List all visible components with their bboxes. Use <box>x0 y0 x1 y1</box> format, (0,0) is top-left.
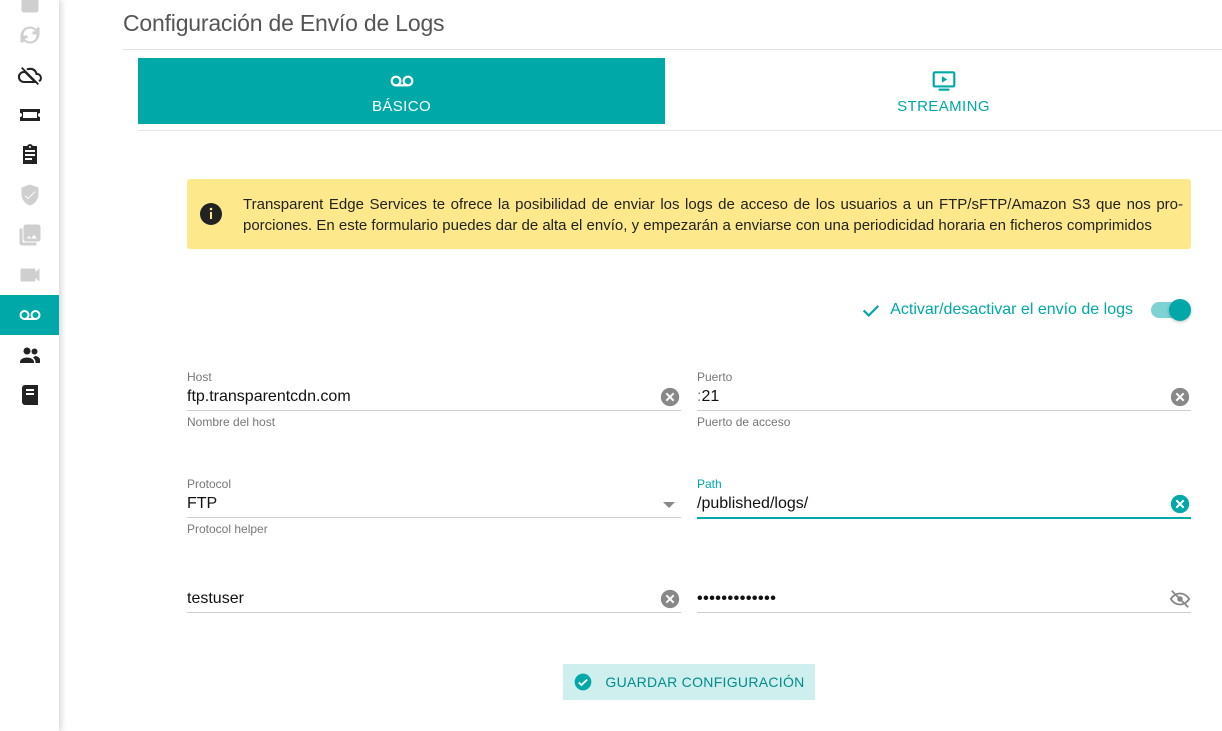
password-value: ••••••••••••• <box>697 590 777 607</box>
host-value: ftp.transparentcdn.com <box>187 388 351 405</box>
clear-icon[interactable] <box>1169 493 1191 515</box>
host-hint: Nombre del host <box>187 415 276 429</box>
host-field: Host ftp.transparentcdn.com Nombre del h… <box>187 370 681 429</box>
save-configuration-button[interactable]: GUARDAR CONFIGURACIÓN <box>563 664 815 700</box>
page-title: Configuración de Envío de Logs <box>123 10 445 36</box>
port-label: Puerto <box>697 370 733 384</box>
protocol-field: Protocol FTP Protocol helper <box>187 477 681 536</box>
protocol-value: FTP <box>187 495 218 512</box>
sidebar <box>0 0 59 731</box>
voicemail-icon <box>19 310 40 320</box>
path-field: Path /published/logs/ <box>697 477 1191 519</box>
shield-check-icon <box>21 184 38 206</box>
ticket-icon <box>19 109 40 121</box>
host-input[interactable]: ftp.transparentcdn.com <box>187 384 681 411</box>
port-field: Puerto : 21 Puerto de acceso <box>697 370 1191 429</box>
tv-play-icon <box>932 70 955 91</box>
logs-toggle-switch[interactable] <box>1151 299 1191 321</box>
sidebar-item-ticket[interactable] <box>0 95 59 135</box>
sidebar-item-photos[interactable] <box>0 215 59 255</box>
sidebar-item-video[interactable] <box>0 255 59 295</box>
title-divider <box>123 49 1222 50</box>
protocol-label: Protocol <box>187 477 232 491</box>
tab-basico[interactable]: BÁSICO <box>138 58 665 124</box>
tab-basico-label: BÁSICO <box>371 97 432 115</box>
check-icon <box>860 299 882 321</box>
refresh-icon <box>19 26 40 44</box>
logs-toggle-row: Activar/desactivar el envío de logs <box>860 297 1191 323</box>
save-configuration-label: GUARDAR CONFIGURACIÓN <box>605 674 805 690</box>
port-input[interactable]: : 21 <box>697 384 1191 411</box>
info-banner-text: Transparent Edge Services te ofrece la p… <box>243 196 1183 234</box>
tab-streaming-label: STREAMING <box>897 97 990 115</box>
photo-library-icon <box>19 224 40 246</box>
video-camera-icon <box>20 268 39 282</box>
sidebar-item-refresh[interactable] <box>0 15 59 55</box>
clear-icon[interactable] <box>1169 386 1191 408</box>
list-icon <box>21 0 38 13</box>
clear-icon[interactable] <box>659 386 681 408</box>
password-input[interactable]: ••••••••••••• <box>697 586 1191 613</box>
sidebar-item-cloud-off[interactable] <box>0 55 59 95</box>
voicemail-icon <box>390 75 413 86</box>
chevron-down-icon[interactable] <box>663 502 675 508</box>
protocol-hint: Protocol helper <box>187 522 268 536</box>
info-banner: Transparent Edge Services te ofrece la p… <box>187 179 1191 249</box>
sidebar-item-users[interactable] <box>0 335 59 375</box>
port-value: 21 <box>701 388 720 405</box>
sidebar-item-docs[interactable] <box>0 375 59 415</box>
protocol-select[interactable]: FTP <box>187 491 681 518</box>
sidebar-item-clipboard[interactable] <box>0 135 59 175</box>
sidebar-item-logs[interactable] <box>0 295 59 335</box>
logs-toggle-label: Activar/desactivar el envío de logs <box>890 301 1133 318</box>
tab-streaming[interactable]: STREAMING <box>680 58 1207 124</box>
password-field: ••••••••••••• <box>697 572 1191 613</box>
username-input[interactable]: testuser <box>187 586 681 613</box>
toggle-knob <box>1169 299 1191 321</box>
clipboard-icon <box>22 144 37 164</box>
username-field: testuser <box>187 572 681 613</box>
path-value: /published/logs/ <box>697 495 809 512</box>
book-icon <box>21 385 38 405</box>
cloud-off-icon <box>17 67 42 85</box>
username-value: testuser <box>187 590 244 607</box>
path-label: Path <box>697 477 722 491</box>
port-hint: Puerto de acceso <box>697 415 791 429</box>
check-circle-icon <box>575 673 592 691</box>
sidebar-item-security[interactable] <box>0 175 59 215</box>
path-input[interactable]: /published/logs/ <box>697 491 1191 519</box>
clear-icon[interactable] <box>659 588 681 610</box>
people-icon <box>19 347 40 363</box>
tab-bar: BÁSICO STREAMING <box>138 58 1222 131</box>
info-icon <box>200 203 222 225</box>
visibility-off-icon[interactable] <box>1169 588 1191 610</box>
host-label: Host <box>187 370 212 384</box>
